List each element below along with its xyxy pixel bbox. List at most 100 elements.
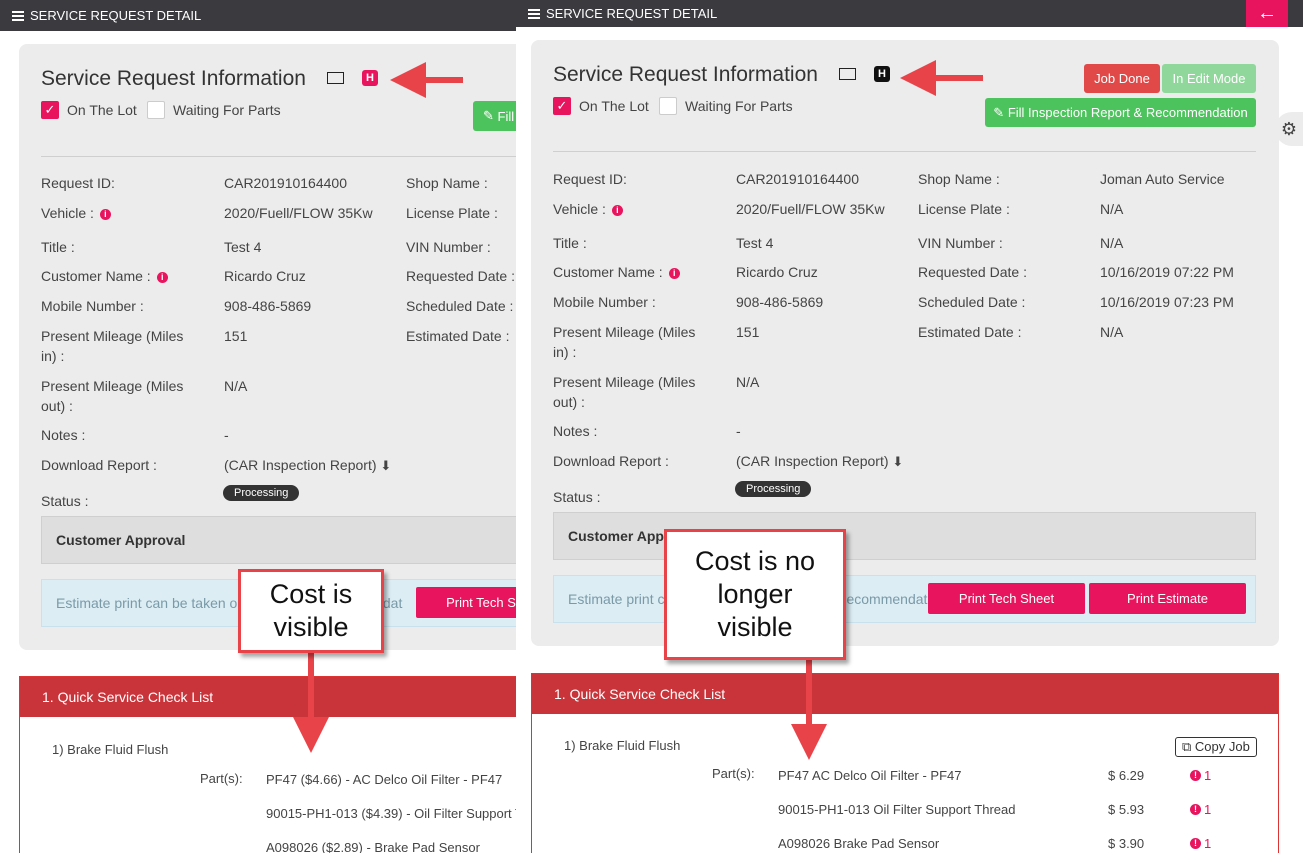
- empty-checkbox[interactable]: [147, 101, 165, 119]
- mileage-in-value: 151: [736, 324, 760, 340]
- on-the-lot-checkbox[interactable]: ✓ On The Lot: [553, 97, 649, 115]
- info-icon[interactable]: i: [156, 272, 168, 283]
- fill-inspection-button[interactable]: ✎ Fill Inspection Report & Recommendatio…: [985, 98, 1256, 127]
- part-line: PF47 ($4.66) - AC Delco Oil Filter - PF4…: [266, 772, 503, 787]
- part-price: $ 3.90: [1108, 836, 1145, 851]
- job-done-button[interactable]: Job Done: [1084, 64, 1160, 93]
- license-plate-value: N/A: [1100, 201, 1124, 217]
- part-qty: 1: [1204, 802, 1212, 817]
- envelope-icon[interactable]: [327, 72, 344, 84]
- info-icon: !: [1190, 770, 1201, 781]
- info-icon[interactable]: i: [611, 205, 623, 216]
- copy-job-label: Copy Job: [1194, 739, 1250, 754]
- parts-label: Part(s):: [200, 771, 243, 786]
- requested-date-label: Requested Date :: [406, 268, 515, 284]
- scheduled-date-label: Scheduled Date :: [406, 298, 514, 314]
- download-report-link[interactable]: (CAR Inspection Report) ⬇: [736, 451, 903, 472]
- part-name: PF47 AC Delco Oil Filter - PF47: [778, 768, 962, 783]
- in-edit-mode-button[interactable]: In Edit Mode: [1162, 64, 1256, 93]
- gear-icon[interactable]: ⚙: [1275, 112, 1303, 146]
- page-header-title: SERVICE REQUEST DETAIL: [546, 6, 718, 21]
- scheduled-date-label: Scheduled Date :: [918, 294, 1026, 310]
- job-title: 1) Brake Fluid Flush: [564, 738, 681, 753]
- part-warning[interactable]: ! 1: [1190, 836, 1211, 851]
- checklist-header[interactable]: 1. Quick Service Check List: [20, 677, 516, 717]
- service-request-card: Service Request Information H ✓ On The L…: [19, 44, 516, 650]
- callout-cost-not-visible: Cost is no longer visible: [664, 529, 846, 660]
- estimated-date-label: Estimated Date :: [918, 324, 1022, 340]
- part-line: 90015-PH1-013 ($4.39) - Oil Filter Suppo…: [266, 806, 516, 821]
- estimated-date-label: Estimated Date :: [406, 328, 510, 344]
- hospital-h-icon[interactable]: H: [362, 70, 378, 86]
- top-bar: SERVICE REQUEST DETAIL: [0, 0, 516, 31]
- check-icon[interactable]: ✓: [553, 97, 571, 115]
- part-warning[interactable]: ! 1: [1190, 802, 1211, 817]
- edit-icon: ✎: [993, 104, 1008, 120]
- customer-name-label: Customer Name :i: [41, 266, 168, 286]
- shop-name-value: Joman Auto Service: [1100, 171, 1225, 187]
- fill-inspection-button[interactable]: ✎ Fill: [473, 101, 516, 131]
- status-label: Status :: [41, 493, 89, 509]
- fill-button-label: Fill: [497, 108, 515, 124]
- copy-job-button[interactable]: ⧉ Copy Job: [1175, 737, 1257, 757]
- mileage-in-label-2: in) :: [41, 348, 65, 364]
- waiting-for-parts-checkbox[interactable]: Waiting For Parts: [659, 97, 793, 115]
- customer-approval-title: Customer Approval: [56, 532, 186, 548]
- envelope-icon[interactable]: [839, 68, 856, 80]
- customer-approval-section[interactable]: Customer Approval: [41, 516, 516, 564]
- menu-icon[interactable]: [12, 10, 24, 21]
- download-icon[interactable]: ⬇: [892, 454, 903, 469]
- vehicle-value: 2020/Fuell/FLOW 35Kw: [224, 205, 373, 221]
- mileage-in-label-2: in) :: [553, 344, 577, 360]
- checklist-header[interactable]: 1. Quick Service Check List: [532, 674, 1278, 714]
- waiting-for-parts-checkbox[interactable]: Waiting For Parts: [147, 101, 281, 119]
- back-arrow-icon[interactable]: ←: [1246, 0, 1288, 27]
- mileage-in-label: Present Mileage (Miles: [41, 328, 184, 344]
- left-screenshot: SERVICE REQUEST DETAIL Service Request I…: [0, 0, 516, 853]
- title-label: Title :: [41, 239, 75, 255]
- vin-label: VIN Number :: [406, 239, 491, 255]
- download-report-link[interactable]: (CAR Inspection Report) ⬇: [224, 455, 391, 476]
- vin-value: N/A: [1100, 235, 1124, 251]
- empty-checkbox[interactable]: [659, 97, 677, 115]
- hospital-h-icon[interactable]: H: [874, 66, 890, 82]
- customer-name-label: Customer Name :i: [553, 262, 680, 282]
- info-icon[interactable]: i: [668, 268, 680, 279]
- shop-name-label: Shop Name :: [406, 175, 488, 191]
- print-estimate-button[interactable]: Print Estimate: [1089, 583, 1246, 614]
- right-screenshot: SERVICE REQUEST DETAIL ← ⚙ Service Reque…: [516, 0, 1303, 853]
- check-icon[interactable]: ✓: [41, 101, 59, 119]
- part-warning[interactable]: ! 1: [1190, 768, 1211, 783]
- callout-line: Cost is: [269, 579, 353, 609]
- part-qty: 1: [1204, 768, 1212, 783]
- status-badge: Processing: [223, 485, 300, 501]
- callout-cost-visible: Cost is visible: [238, 569, 384, 653]
- on-the-lot-checkbox[interactable]: ✓ On The Lot: [41, 101, 137, 119]
- vehicle-value: 2020/Fuell/FLOW 35Kw: [736, 201, 885, 217]
- customer-approval-section[interactable]: Customer Appr: [553, 512, 1256, 560]
- title-label: Title :: [553, 235, 587, 251]
- copy-icon: ⧉: [1182, 739, 1192, 754]
- card-title: Service Request Information: [553, 63, 818, 86]
- divider: [553, 151, 1256, 152]
- info-icon[interactable]: i: [99, 209, 111, 220]
- request-id-value: CAR201910164400: [736, 171, 859, 187]
- mileage-in-label: Present Mileage (Miles: [553, 324, 696, 340]
- download-icon[interactable]: ⬇: [380, 458, 391, 473]
- fill-button-label: Fill Inspection Report & Recommendation: [1007, 105, 1248, 120]
- shop-name-label: Shop Name :: [918, 171, 1000, 187]
- print-tech-sheet-button[interactable]: Print Tech Sheet: [928, 583, 1085, 614]
- callout-line: longer: [717, 579, 793, 609]
- request-id-label: Request ID:: [41, 175, 115, 191]
- quick-service-checklist: 1. Quick Service Check List 1) Brake Flu…: [531, 673, 1279, 853]
- quick-service-checklist: 1. Quick Service Check List 1) Brake Flu…: [19, 676, 516, 853]
- requested-date-label: Requested Date :: [918, 264, 1027, 280]
- scheduled-date-value: 10/16/2019 07:23 PM: [1100, 294, 1234, 310]
- menu-icon[interactable]: [528, 8, 540, 19]
- print-tech-sheet-button[interactable]: Print Tech S: [416, 587, 516, 618]
- mobile-value: 908-486-5869: [736, 294, 824, 310]
- mileage-out-value: N/A: [736, 374, 760, 390]
- service-request-card: Service Request Information H ✓ On The L…: [531, 40, 1279, 646]
- estimate-notice-text: Estimate print can be taken o: [56, 595, 238, 611]
- mobile-label: Mobile Number :: [41, 298, 144, 314]
